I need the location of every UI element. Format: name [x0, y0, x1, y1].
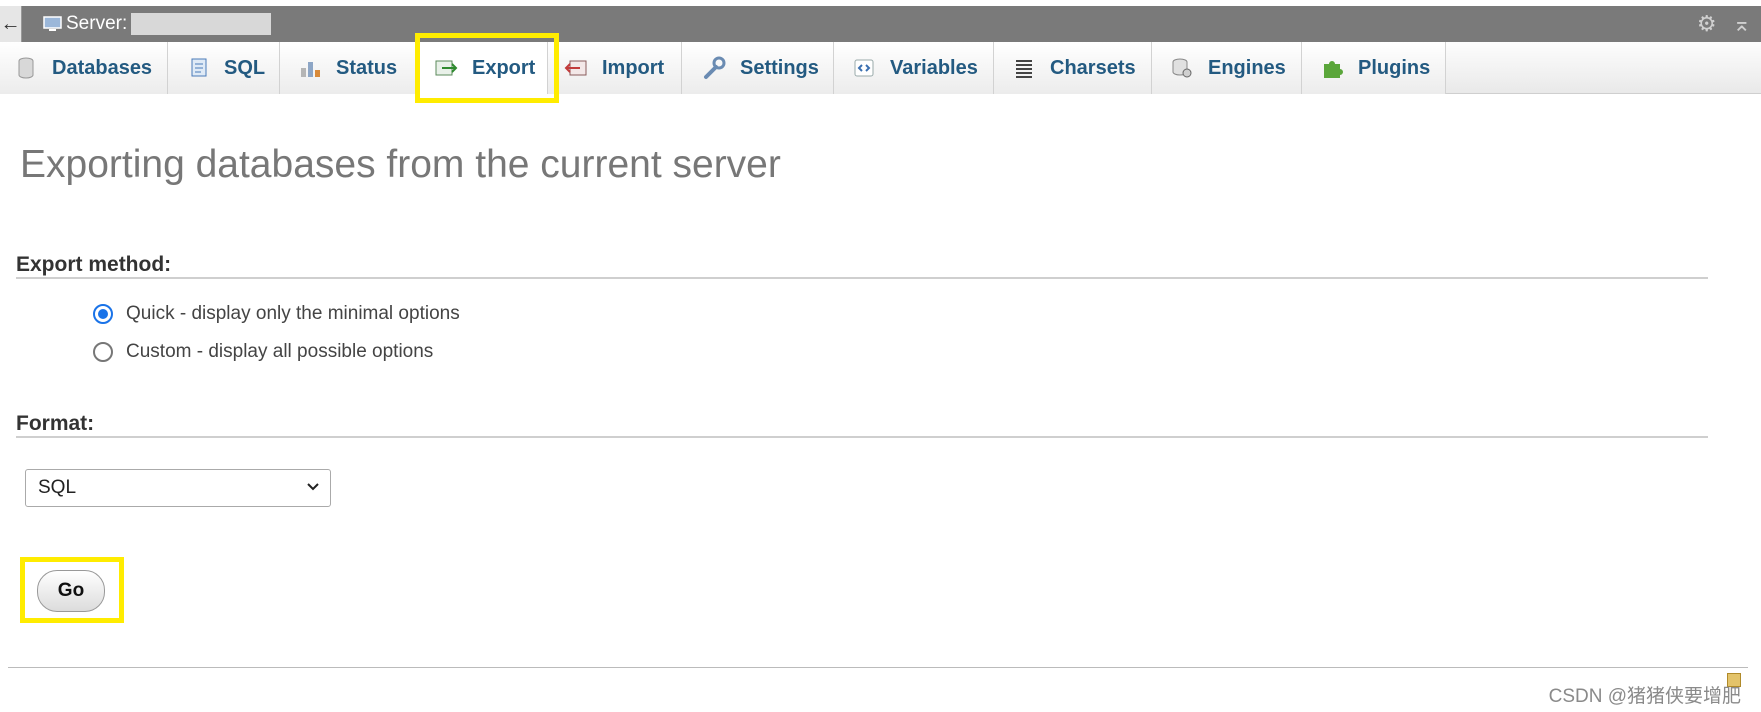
sql-icon: [188, 56, 210, 80]
wrench-icon: [702, 56, 726, 80]
server-name-field[interactable]: [131, 13, 272, 35]
database-icon: [14, 56, 38, 80]
chevron-down-icon: [306, 479, 320, 497]
radio-label-custom: Custom - display all possible options: [126, 341, 434, 362]
tab-variables[interactable]: Variables: [834, 42, 994, 94]
puzzle-icon: [1320, 56, 1344, 80]
charsets-icon: [1012, 56, 1036, 80]
tab-settings[interactable]: Settings: [682, 42, 834, 94]
server-label: Server:: [66, 13, 128, 34]
tab-export[interactable]: Export: [416, 42, 548, 94]
tab-charsets[interactable]: Charsets: [994, 42, 1152, 94]
tab-engines[interactable]: Engines: [1152, 42, 1302, 94]
radio-button-quick[interactable]: [93, 304, 113, 324]
server-bar: ← Server: ⚙ ⌅: [0, 6, 1761, 42]
tab-label: Import: [602, 56, 665, 79]
tab-label: Export: [472, 56, 536, 79]
server-icon: [42, 14, 64, 34]
tab-import[interactable]: Import: [548, 42, 682, 94]
format-selected-value: SQL: [38, 477, 77, 498]
tab-label: Status: [336, 56, 398, 79]
radio-label-quick: Quick - display only the minimal options: [126, 303, 460, 324]
tab-label: Variables: [890, 56, 978, 79]
tab-label: Engines: [1208, 56, 1286, 79]
go-button[interactable]: Go: [37, 570, 105, 612]
tab-label: Settings: [740, 56, 819, 79]
format-label: Format:: [16, 412, 95, 435]
divider: [16, 436, 1708, 438]
radio-custom[interactable]: Custom - display all possible options: [93, 341, 433, 363]
collapse-icon[interactable]: ⌅: [1733, 13, 1751, 35]
page-title: Exporting databases from the current ser…: [20, 143, 781, 186]
tab-status[interactable]: Status: [280, 42, 416, 94]
tab-databases[interactable]: Databases: [0, 42, 168, 94]
tab-label: Plugins: [1358, 56, 1431, 79]
variables-icon: [852, 56, 876, 80]
import-icon: [564, 56, 588, 80]
tab-plugins[interactable]: Plugins: [1302, 42, 1446, 94]
gear-icon[interactable]: ⚙: [1697, 13, 1717, 35]
tab-bar: Databases SQL Status Export Import Setti…: [0, 42, 1761, 94]
watermark: CSDN @猪猪侠要增肥: [1548, 686, 1741, 707]
export-icon: [434, 56, 458, 80]
footer-divider: [8, 667, 1748, 668]
back-arrow-icon[interactable]: ←: [0, 6, 22, 42]
status-icon: [298, 56, 322, 80]
tab-label: Databases: [52, 56, 153, 79]
tab-sql[interactable]: SQL: [168, 42, 280, 94]
format-select[interactable]: SQL: [25, 469, 331, 507]
export-method-label: Export method:: [16, 253, 172, 276]
divider: [16, 277, 1708, 279]
engines-icon: [1170, 56, 1194, 80]
radio-quick[interactable]: Quick - display only the minimal options: [93, 303, 460, 325]
tab-label: Charsets: [1050, 56, 1136, 79]
radio-button-custom[interactable]: [93, 342, 113, 362]
tab-label: SQL: [224, 56, 266, 79]
